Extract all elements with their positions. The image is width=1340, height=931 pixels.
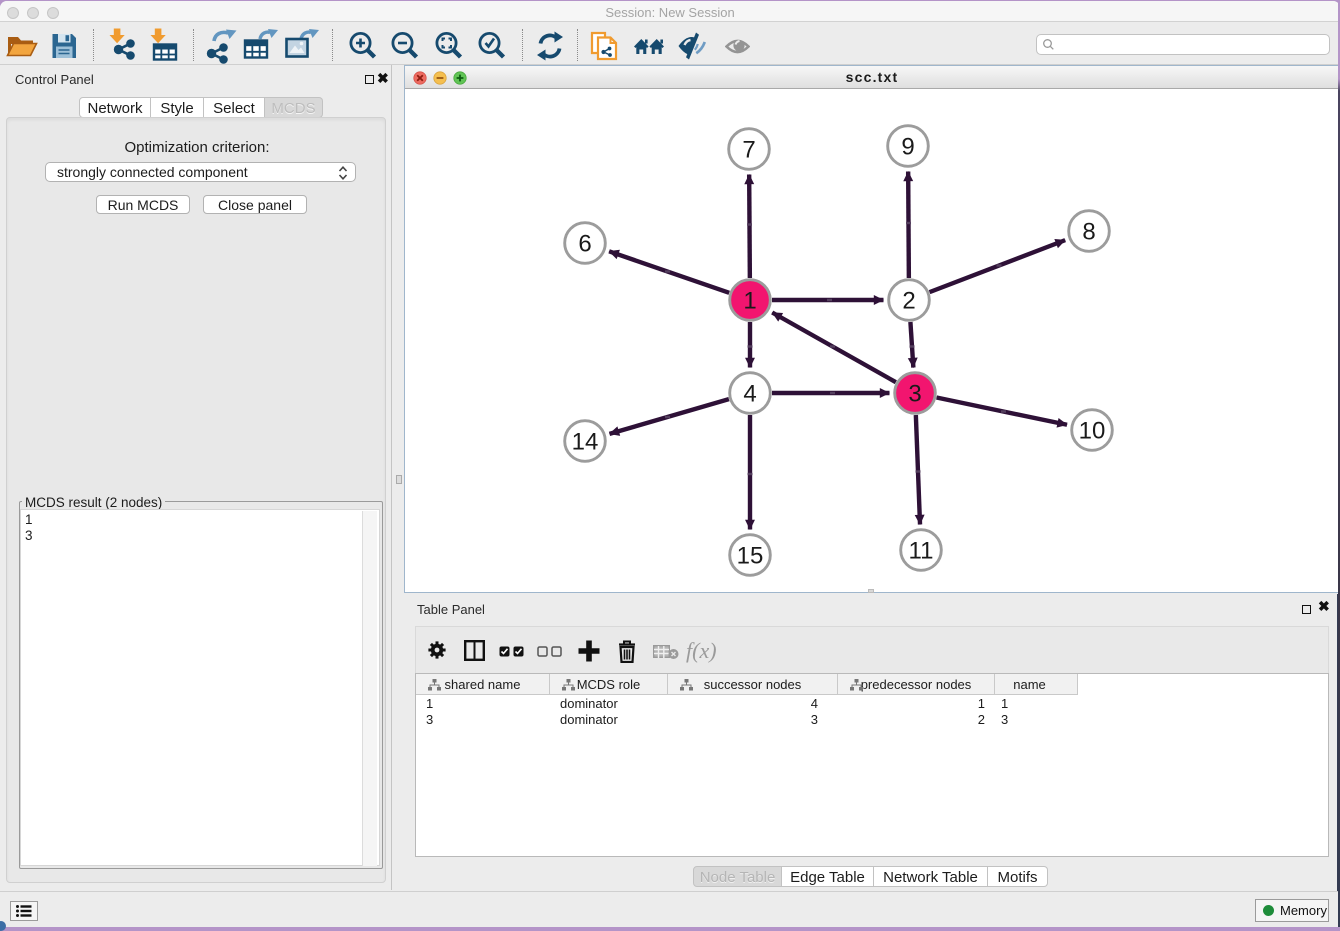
svg-text:7: 7 — [742, 137, 755, 164]
svg-text:14: 14 — [572, 429, 599, 456]
svg-text:3: 3 — [908, 381, 921, 408]
svg-text:4: 4 — [743, 381, 756, 408]
svg-text:10: 10 — [1079, 418, 1106, 445]
svg-text:2: 2 — [902, 288, 915, 315]
svg-text:15: 15 — [737, 543, 764, 570]
svg-text:8: 8 — [1082, 219, 1095, 246]
svg-text:1: 1 — [743, 288, 756, 315]
svg-text:9: 9 — [901, 134, 914, 161]
svg-text:6: 6 — [578, 231, 591, 258]
svg-text:11: 11 — [909, 538, 934, 565]
